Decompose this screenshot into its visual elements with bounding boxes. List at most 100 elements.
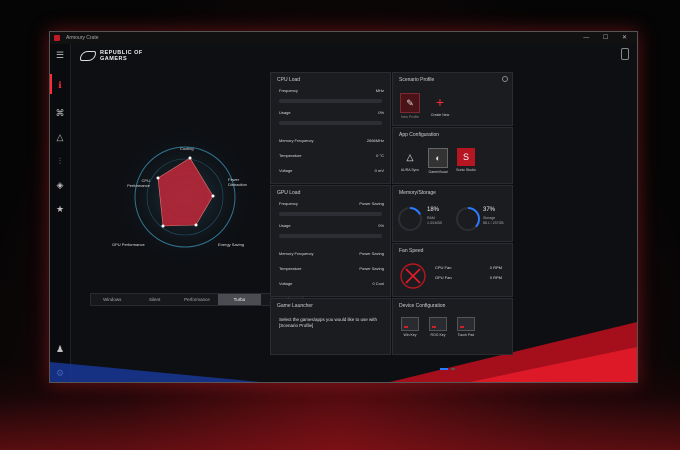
fan-row-label: CPU Fan (435, 265, 452, 270)
storage-label: Storage (483, 216, 496, 220)
plus-icon: + (435, 94, 445, 110)
decor-blue-wedge (50, 362, 260, 382)
device-item-label: Touch Pad (457, 333, 475, 337)
gpu-row-label: Memory Frequency (279, 251, 314, 256)
gpu-row-label: Usage (279, 223, 291, 228)
gamepad-icon: ⌘ (55, 107, 65, 118)
window-controls[interactable]: — ☐ ✕ (583, 32, 633, 44)
ram-label: RAM (427, 216, 435, 220)
fan-icon (400, 263, 426, 289)
sidebar-item-aura[interactable]: △ (53, 130, 67, 144)
game-launcher-text: Select the games/apps you would like to … (279, 317, 378, 328)
info-icon[interactable] (502, 76, 508, 82)
radar-label-cooling: Cooling (180, 146, 194, 151)
cpu-row-value: MHz (375, 88, 384, 93)
app-configuration-panel: App Configuration △ AURA Sync ◐ GameVisu… (392, 127, 513, 184)
logo-text: REPUBLIC OF GAMERS (100, 50, 143, 62)
scenario-profile-panel: Scenario Profile ✎ New Profile + Create … (392, 72, 513, 126)
cpu-row-label: Voltage (279, 168, 293, 173)
storage-detail: 88.1 / 237GB (483, 221, 504, 225)
fan-row-label: GPU Fan (435, 275, 452, 280)
ram-percent: 18% (427, 207, 440, 213)
device-item-label: Win Key (403, 333, 417, 337)
cpu-panel: CPU Load Frequency MHz Usage 0% Memory F… (270, 72, 391, 184)
radar-point-cpu (156, 176, 160, 180)
radar-point-gpu (161, 224, 165, 228)
device-item-label: ROG Key (430, 333, 446, 337)
fan-row-value: 0 RPM (489, 275, 502, 280)
gpu-row-label: Frequency (279, 201, 298, 206)
fan-title: Fan Speed (399, 248, 424, 254)
sidebar-active-indicator (50, 74, 52, 94)
radar-point-distraction (211, 194, 215, 198)
gpu-row-value: 0% (378, 223, 384, 228)
cpu-row-label: Memory Frequency (279, 138, 314, 143)
radar-label-gpu: GPU Performance (112, 242, 145, 247)
radar-label-cpu: CPU Performance (127, 178, 150, 188)
rog-logo: REPUBLIC OF GAMERS (80, 50, 150, 62)
gpu-row-label: Temperature (279, 266, 302, 271)
game-launcher-title: Game Launcher (277, 303, 313, 309)
scenario-item-label: Create New (430, 113, 450, 117)
gpu-panel: GPU Load Frequency Power Saving Usage 0%… (270, 185, 391, 297)
gpu-usage-bar (279, 234, 382, 238)
gpu-row-value: Power Saving (359, 251, 384, 256)
scenario-create-new[interactable]: + Create New (425, 93, 455, 117)
win-key-icon (401, 317, 419, 331)
sidebar-item-featured[interactable]: ★ (53, 202, 67, 216)
scenario-item-label: New Profile (401, 115, 419, 119)
profile-card-icon: ✎ (400, 93, 420, 113)
radar-label-distraction: Fewer Distraction (228, 177, 247, 187)
page-dot-active[interactable] (440, 368, 448, 370)
game-launcher-panel[interactable]: Game Launcher Select the games/apps you … (270, 298, 391, 355)
cpu-row-value: 0 °C (376, 153, 384, 158)
gpu-row-value: 0 Cool (372, 281, 384, 286)
aura-sync-icon: △ (406, 151, 414, 162)
app-config-title: App Configuration (399, 132, 440, 138)
fan-speed-panel: Fan Speed CPU Fan 0 RPM GPU Fan 0 RPM (392, 243, 513, 297)
gpu-frequency-bar (279, 212, 382, 216)
cpu-row-label: Usage (279, 110, 291, 115)
storage-percent: 37% (483, 207, 496, 213)
star-icon: ★ (55, 203, 65, 214)
sidebar-item-library[interactable]: ◈ (53, 178, 67, 192)
cpu-row-value: 0 mV (374, 168, 384, 173)
device-status-icon (621, 48, 629, 60)
window-title: Armoury Crate (66, 35, 99, 41)
sidebar-item-home[interactable]: ℹ (53, 78, 67, 92)
memory-storage-panel: Memory/Storage 18% RAM 1.3/16GB 37% Stor… (392, 185, 513, 242)
cpu-frequency-bar (279, 99, 382, 103)
menu-icon[interactable]: ☰ (53, 48, 67, 62)
app-config-item-label: AURA Sync (400, 168, 420, 172)
device-win-key[interactable]: Win Key (397, 317, 423, 337)
performance-radar: Cooling Fewer Distraction CPU Performanc… (90, 102, 280, 292)
gpu-title: GPU Load (277, 190, 301, 196)
app-sonic-studio[interactable]: S Sonic Studio (451, 148, 481, 172)
app-aura-sync[interactable]: △ AURA Sync (395, 148, 425, 173)
sidebar-item-tuning[interactable]: ⫶ (53, 154, 67, 168)
sliders-icon: ⫶ (58, 155, 62, 166)
page-dot[interactable] (451, 368, 455, 370)
rog-eye-icon (80, 51, 96, 61)
radar-svg (115, 127, 255, 267)
sonic-studio-icon: S (457, 148, 475, 166)
sidebar-item-gamepad[interactable]: ⌘ (53, 106, 67, 120)
gpu-row-value: Power Saving (359, 201, 384, 206)
fan-row-value: 0 RPM (489, 265, 502, 270)
pagination-dots (440, 368, 455, 370)
gpu-row-value: Power Saving (359, 266, 384, 271)
title-bar: Armoury Crate — ☐ ✕ (50, 32, 637, 44)
device-touch-pad[interactable]: Touch Pad (453, 317, 479, 337)
storage-gauge (456, 207, 480, 231)
touchpad-icon (457, 317, 475, 331)
cpu-usage-bar (279, 121, 382, 125)
app-config-item-label: GameVisual (428, 170, 448, 174)
radar-point-energy (194, 223, 198, 227)
app-config-item-label: Sonic Studio (456, 168, 476, 172)
device-rog-key[interactable]: ROG Key (425, 317, 451, 337)
cpu-row-value: 0% (378, 110, 384, 115)
gamevisual-icon: ◐ (428, 148, 448, 168)
ram-detail: 1.3/16GB (427, 221, 442, 225)
app-gamevisual[interactable]: ◐ GameVisual (423, 148, 453, 174)
scenario-new-profile[interactable]: ✎ New Profile (395, 93, 425, 119)
